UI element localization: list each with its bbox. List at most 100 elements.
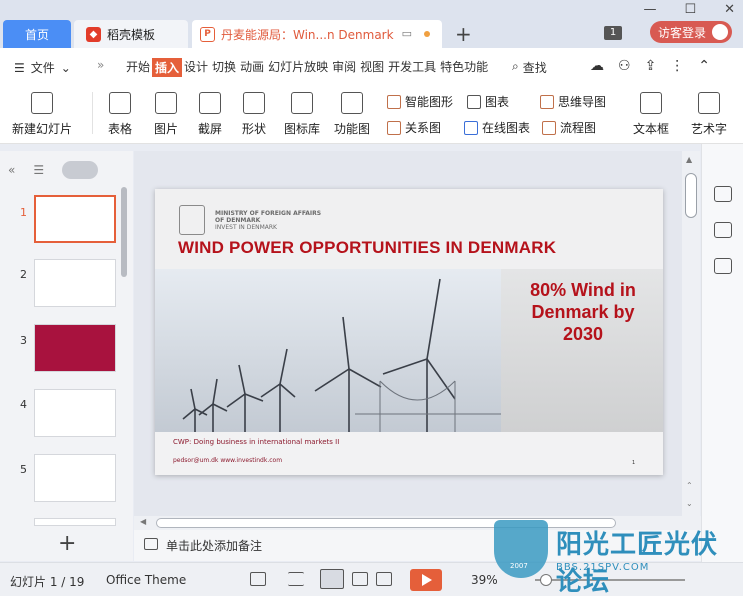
art-text-button[interactable]: 艺术字	[686, 92, 732, 137]
tab-document-label: 丹麦能源局：Win...n Denmark	[221, 27, 394, 42]
thumbnail-scrollbar[interactable]	[121, 187, 127, 277]
tab-daoke-template[interactable]: ◆ 稻壳模板	[74, 20, 188, 48]
monitor-icon[interactable]: ▭	[402, 27, 412, 40]
slide-thumbnail-3[interactable]	[34, 324, 116, 372]
maximize-icon[interactable]: ☐	[684, 2, 696, 17]
slide-thumbnail-6[interactable]	[34, 518, 116, 526]
slide-thumbnail-5[interactable]	[34, 454, 116, 502]
thumbnail-number: 2	[20, 268, 27, 281]
vertical-scroll-thumb[interactable]	[685, 173, 697, 218]
table-button[interactable]: 表格	[100, 92, 140, 137]
shape-icon	[243, 92, 265, 114]
mind-map-button[interactable]: 思维导图	[540, 93, 606, 110]
slide-highlight-text[interactable]: 80% Wind in Denmark by 2030	[505, 279, 661, 345]
slide-title[interactable]: WIND POWER OPPORTUNITIES IN DENMARK	[178, 238, 556, 258]
search-button[interactable]: ⌕ 查找	[512, 59, 547, 76]
slide-counter: 幻灯片 1 / 19	[10, 575, 85, 589]
cube-icon[interactable]	[250, 572, 266, 586]
shape-button[interactable]: 形状	[234, 92, 274, 137]
page-down-icon[interactable]: ⌄	[686, 499, 693, 508]
collapse-ribbon-icon[interactable]: ⌃	[698, 58, 710, 74]
tab-home[interactable]: 首页	[3, 20, 71, 48]
relation-chart-button[interactable]: 关系图	[387, 119, 441, 136]
slide-thumbnail-1[interactable]	[34, 195, 116, 243]
smart-shape-label: 智能图形	[405, 95, 454, 109]
notes-toggle-icon[interactable]	[288, 572, 304, 586]
menu-tab-slideshow[interactable]: 幻灯片放映	[266, 58, 330, 77]
outline-view-icon[interactable]: ☰	[33, 163, 44, 177]
new-slide-button[interactable]: 新建幻灯片	[10, 92, 74, 137]
watermark-year: 2007	[510, 562, 528, 570]
menu-tab-view[interactable]: 视图	[358, 58, 386, 77]
minimize-icon[interactable]: —	[643, 2, 656, 17]
wind-turbines-image	[155, 269, 501, 432]
icon-library-icon	[291, 92, 313, 114]
new-tab-button[interactable]: +	[455, 22, 472, 46]
menu-tab-start[interactable]: 开始	[124, 58, 152, 77]
relation-chart-label: 关系图	[405, 121, 442, 135]
table-icon	[109, 92, 131, 114]
menu-tab-design[interactable]: 设计	[182, 58, 210, 77]
close-icon[interactable]: ✕	[724, 2, 735, 17]
scroll-left-icon[interactable]: ◀	[140, 517, 146, 526]
add-user-icon[interactable]: ⚇	[618, 58, 631, 74]
guest-login-button[interactable]: 访客登录	[650, 21, 732, 43]
more-icon[interactable]: ⋮	[670, 58, 684, 74]
reading-view-icon[interactable]	[376, 572, 392, 586]
chart-label: 图表	[485, 95, 510, 109]
properties-icon[interactable]	[714, 186, 732, 202]
icon-library-label: 图标库	[283, 122, 320, 136]
icon-library-button[interactable]: 图标库	[280, 92, 324, 137]
animation-icon[interactable]	[714, 222, 732, 238]
table-label: 表格	[107, 122, 132, 136]
image-icon	[155, 92, 177, 114]
slide-footer-contact[interactable]: pedsor@um.dk www.investindk.com	[173, 457, 282, 464]
convert-icon[interactable]	[714, 258, 732, 274]
menu-tab-developer[interactable]: 开发工具	[386, 58, 438, 77]
theme-name[interactable]: Office Theme	[106, 573, 186, 587]
thumbnail-view-toggle[interactable]	[62, 161, 99, 179]
window-controls: — ☐ ✕	[643, 2, 735, 17]
normal-view-icon[interactable]	[320, 569, 344, 589]
canvas-vertical-scrollbar[interactable]: ▲ ⌃ ⌄	[682, 151, 700, 516]
title-bar: 首页 ◆ 稻壳模板 P 丹麦能源局：Win...n Denmark ▭ + — …	[0, 0, 743, 48]
textbox-label: 文本框	[632, 122, 669, 136]
tab-home-label: 首页	[24, 27, 49, 42]
menu-tab-animation[interactable]: 动画	[238, 58, 266, 77]
slide-thumbnail-2[interactable]	[34, 259, 116, 307]
smart-shape-button[interactable]: 智能图形	[387, 93, 453, 110]
file-menu[interactable]: ☰ 文件 ⌄	[14, 59, 71, 76]
online-chart-button[interactable]: 在线图表	[464, 119, 530, 136]
notes-placeholder[interactable]: 单击此处添加备注	[166, 537, 262, 554]
flowchart-button[interactable]: 流程图	[542, 119, 596, 136]
ribbon-toolbar: 新建幻灯片 表格 图片 截屏 形状 图标库 功能图 智能图形 图表 思维导图 关…	[0, 84, 743, 144]
slide-thumbnail-4[interactable]	[34, 389, 116, 437]
window-count-badge[interactable]: 1	[604, 26, 622, 40]
cloud-sync-icon[interactable]: ☁	[590, 58, 604, 74]
ministry-crest-icon	[179, 205, 205, 235]
menu-tab-review[interactable]: 审阅	[330, 58, 358, 77]
textbox-button[interactable]: 文本框	[628, 92, 674, 137]
chart-button[interactable]: 图表	[467, 93, 509, 110]
image-button[interactable]: 图片	[146, 92, 186, 137]
menu-tab-transition[interactable]: 切换	[210, 58, 238, 77]
function-chart-button[interactable]: 功能图	[328, 92, 376, 137]
slideshow-play-button[interactable]	[410, 569, 442, 591]
collapse-panel-icon[interactable]: «	[8, 163, 15, 177]
menu-tab-features[interactable]: 特色功能	[438, 58, 490, 77]
slide-ministry-text: MINISTRY OF FOREIGN AFFAIRS OF DENMARK I…	[215, 210, 325, 231]
slide-sorter-icon[interactable]	[352, 572, 368, 586]
menu-tab-insert[interactable]: 插入	[152, 58, 183, 77]
screenshot-button[interactable]: 截屏	[190, 92, 230, 137]
share-icon[interactable]: ⇪	[645, 58, 657, 74]
page-up-icon[interactable]: ⌃	[686, 481, 693, 490]
thumbnail-panel-header: « ☰	[8, 161, 99, 179]
slide-footer-course[interactable]: CWP: Doing business in international mar…	[173, 438, 339, 446]
scroll-up-icon[interactable]: ▲	[686, 155, 692, 164]
wind-turbine-photo[interactable]	[155, 269, 501, 432]
expand-menu-icon[interactable]: »	[97, 58, 104, 72]
tab-document[interactable]: P 丹麦能源局：Win...n Denmark ▭	[192, 20, 442, 48]
add-slide-button[interactable]: +	[58, 531, 76, 556]
current-slide[interactable]: MINISTRY OF FOREIGN AFFAIRS OF DENMARK I…	[155, 189, 663, 475]
slide-page-number: 1	[632, 460, 636, 466]
